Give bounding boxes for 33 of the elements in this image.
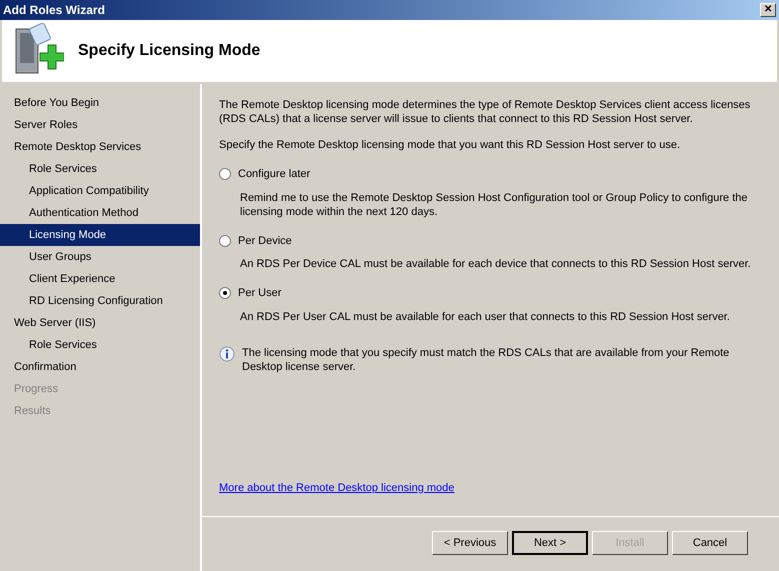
sidebar-item[interactable]: Authentication Method <box>0 202 200 224</box>
sidebar-item[interactable]: Confirmation <box>0 356 200 378</box>
sidebar-item[interactable]: Role Services <box>0 158 200 180</box>
info-icon <box>219 346 235 362</box>
sidebar-item[interactable]: Client Experience <box>0 268 200 290</box>
sidebar-item[interactable]: Server Roles <box>0 114 200 136</box>
radio-label: Configure later <box>238 167 310 182</box>
wizard-button[interactable]: Cancel <box>672 531 748 555</box>
option-description: Remind me to use the Remote Desktop Session Host Configuration tool or Group Policy to configure the licensing mode within the next 120 days. <box>240 190 748 218</box>
option-description: An RDS Per User CAL must be available for each user that connects to this RD Session Host server. <box>240 310 731 324</box>
page-title: Specify Licensing Mode <box>78 41 260 61</box>
radio-button[interactable] <box>219 168 231 180</box>
radio-button[interactable] <box>219 287 231 300</box>
sidebar-item[interactable]: Role Services <box>0 334 200 356</box>
wizard-button[interactable]: < Previous <box>432 531 508 555</box>
sidebar-item[interactable]: Web Server (IIS) <box>0 312 200 334</box>
sidebar-item[interactable]: Before You Begin <box>0 92 200 114</box>
radio-label: Per Device <box>238 234 292 248</box>
info-text: The licensing mode that you specify must match the RDS CALs that are available from your Remote Desktop license server. <box>242 346 730 374</box>
wizard-button[interactable]: Next > <box>512 531 588 555</box>
window-title: Add Roles Wizard <box>3 2 105 19</box>
sidebar-item[interactable]: Licensing Mode <box>0 224 200 246</box>
close-button[interactable]: ✕ <box>760 3 776 17</box>
option-description: An RDS Per Device CAL must be available for each device that connects to this RD Session Host server. <box>240 257 752 271</box>
intro-text: The Remote Desktop licensing mode determines the type of Remote Desktop Services client access licenses (RDS CALs) that a license server will issue to clients that connect to this RD Session Host server. <box>219 98 752 126</box>
prompt-text: Specify the Remote Desktop licensing mode that you want this RD Session Host server to use. <box>219 138 681 152</box>
sidebar-item[interactable]: Remote Desktop Services <box>0 136 200 158</box>
radio-label: Per User <box>238 286 282 301</box>
sidebar-item[interactable]: Application Compatibility <box>0 180 200 202</box>
help-link[interactable]: More about the Remote Desktop licensing mode <box>219 480 454 496</box>
sidebar-item[interactable]: RD Licensing Configuration <box>0 290 200 312</box>
sidebar-item[interactable]: User Groups <box>0 246 200 268</box>
radio-button[interactable] <box>219 234 231 247</box>
